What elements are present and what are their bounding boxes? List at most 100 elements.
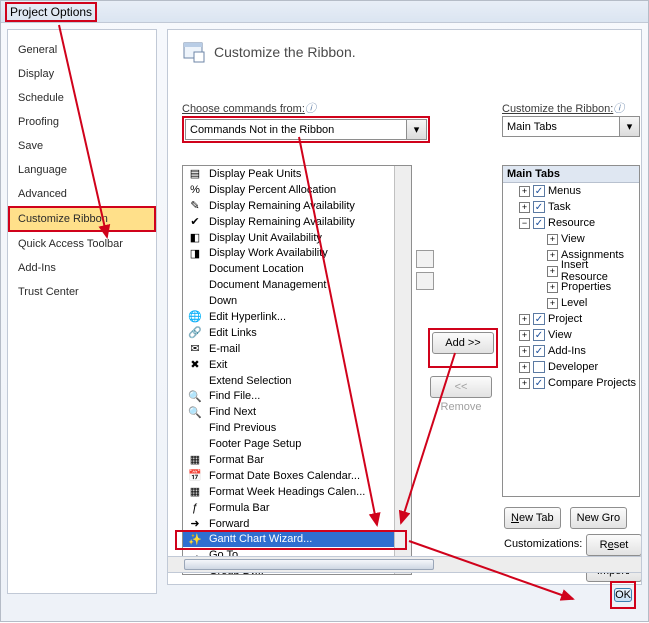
expander-icon[interactable]: + xyxy=(519,378,530,389)
expander-icon[interactable]: + xyxy=(547,234,558,245)
pen-icon: ✎ xyxy=(187,199,203,213)
command-item[interactable]: Down xyxy=(183,293,411,309)
command-item[interactable]: ✨Gantt Chart Wizard... xyxy=(183,531,411,547)
command-item[interactable]: Find Previous xyxy=(183,420,411,436)
expander-icon[interactable]: + xyxy=(547,250,558,261)
checkbox[interactable]: ✓ xyxy=(533,217,545,229)
x-icon: ✖ xyxy=(187,358,203,372)
command-label: Edit Links xyxy=(209,327,257,339)
new-tab-button[interactable]: New Tab xyxy=(504,507,561,529)
command-item[interactable]: 🌐Edit Hyperlink... xyxy=(183,309,411,325)
sidebar-item-advanced[interactable]: Advanced xyxy=(8,182,156,206)
expander-icon[interactable]: + xyxy=(519,362,530,373)
move-down-button[interactable] xyxy=(416,272,434,290)
command-item[interactable]: ➜Forward xyxy=(183,516,411,532)
tree-node[interactable]: +✓Add-Ins xyxy=(503,343,639,359)
sidebar-item-customize-ribbon[interactable]: Customize Ribbon xyxy=(8,206,156,232)
command-item[interactable]: ▦Format Week Headings Calen... xyxy=(183,484,411,500)
globe-icon: 🌐 xyxy=(187,310,203,324)
ribbon-tree[interactable]: Main Tabs +✓Menus+✓Task−✓Resource+View+A… xyxy=(502,165,640,497)
command-item[interactable]: 📅Format Date Boxes Calendar... xyxy=(183,468,411,484)
sidebar-item-add-ins[interactable]: Add-Ins xyxy=(8,256,156,280)
chevron-down-icon[interactable]: ▾ xyxy=(619,117,639,136)
tree-node[interactable]: +✓View xyxy=(503,327,639,343)
main-panel: Customize the Ribbon. Choose commands fr… xyxy=(167,29,642,585)
command-item[interactable]: ◧ Display Unit Availability xyxy=(183,230,411,246)
add-button[interactable]: Add >> xyxy=(432,332,494,354)
tree-label: Add-Ins xyxy=(548,345,586,357)
command-item[interactable]: Document Management xyxy=(183,277,411,293)
command-item[interactable]: ✎Display Remaining Availability xyxy=(183,198,411,214)
expander-icon[interactable]: + xyxy=(547,282,558,293)
tree-node[interactable]: +✓Project xyxy=(503,311,639,327)
tree-label: Task xyxy=(548,201,571,213)
checkbox[interactable]: ✓ xyxy=(533,185,545,197)
command-item[interactable]: 🔍Find File... xyxy=(183,388,411,404)
sidebar-item-save[interactable]: Save xyxy=(8,134,156,158)
command-label: Formula Bar xyxy=(209,502,270,514)
sidebar-item-proofing[interactable]: Proofing xyxy=(8,110,156,134)
customize-ribbon-combo[interactable]: Main Tabs ▾ xyxy=(502,116,640,137)
command-list-scrollbar[interactable] xyxy=(394,166,411,574)
tree-node[interactable]: + Developer xyxy=(503,359,639,375)
tree-label: Developer xyxy=(548,361,598,373)
command-item[interactable]: ▤Display Peak Units xyxy=(183,166,411,182)
checkbox[interactable]: ✓ xyxy=(533,345,545,357)
sidebar-item-schedule[interactable]: Schedule xyxy=(8,86,156,110)
expander-icon[interactable]: + xyxy=(519,346,530,357)
checkbox[interactable]: ✓ xyxy=(533,329,545,341)
expander-icon[interactable]: + xyxy=(519,202,530,213)
tree-node[interactable]: −✓Resource xyxy=(503,215,639,231)
checkbox[interactable]: ✓ xyxy=(533,201,545,213)
expander-icon[interactable]: + xyxy=(547,298,558,309)
command-item[interactable]: ✉E-mail xyxy=(183,341,411,357)
tree-node[interactable]: +Level xyxy=(503,295,639,311)
sidebar-item-language[interactable]: Language xyxy=(8,158,156,182)
command-label: Display Unit Availability xyxy=(209,232,322,244)
tree-node[interactable]: +✓Task xyxy=(503,199,639,215)
expander-icon[interactable]: + xyxy=(519,186,530,197)
command-label: E-mail xyxy=(209,343,240,355)
command-item[interactable]: 🔍Find Next xyxy=(183,404,411,420)
expander-icon[interactable]: + xyxy=(547,266,558,277)
expander-icon[interactable]: + xyxy=(519,314,530,325)
command-item[interactable]: Footer Page Setup xyxy=(183,436,411,452)
command-item[interactable]: ƒFormula Bar xyxy=(183,500,411,516)
expander-icon[interactable]: − xyxy=(519,218,530,229)
chevron-down-icon[interactable]: ▾ xyxy=(406,120,426,139)
checkbox[interactable] xyxy=(533,361,545,373)
tree-node[interactable]: +✓Menus xyxy=(503,183,639,199)
scrollbar-thumb[interactable] xyxy=(184,559,434,570)
ok-button[interactable]: OK xyxy=(614,588,632,602)
tree-node[interactable]: +View xyxy=(503,231,639,247)
units-icon: ◧ xyxy=(187,231,203,245)
sidebar-item-trust-center[interactable]: Trust Center xyxy=(8,280,156,304)
command-item[interactable]: ◨Display Work Availability xyxy=(183,245,411,261)
sidebar-item-general[interactable]: General xyxy=(8,38,156,62)
reset-button[interactable]: Reset xyxy=(586,534,642,556)
command-item[interactable]: ✖Exit xyxy=(183,357,411,373)
move-up-button[interactable] xyxy=(416,250,434,268)
command-list[interactable]: ▤Display Peak Units%Display Percent Allo… xyxy=(182,165,412,575)
horizontal-scrollbar[interactable] xyxy=(167,556,642,573)
new-group-button[interactable]: New Gro xyxy=(570,507,627,529)
ribbon-icon xyxy=(182,40,206,64)
tree-node[interactable]: +Insert Resource xyxy=(503,263,639,279)
command-item[interactable]: %Display Percent Allocation xyxy=(183,182,411,198)
checkbox[interactable]: ✓ xyxy=(533,377,545,389)
command-item[interactable]: 🔗Edit Links xyxy=(183,325,411,341)
command-item[interactable]: Document Location xyxy=(183,261,411,277)
sidebar-item-display[interactable]: Display xyxy=(8,62,156,86)
blank-icon xyxy=(187,262,203,276)
remove-button[interactable]: << Remove xyxy=(430,376,492,398)
sidebar-item-quick-access-toolbar[interactable]: Quick Access Toolbar xyxy=(8,232,156,256)
command-item[interactable]: Extend Selection xyxy=(183,373,411,389)
choose-commands-combo[interactable]: Commands Not in the Ribbon ▾ xyxy=(185,119,427,140)
tree-node[interactable]: +✓Compare Projects xyxy=(503,375,639,391)
command-item[interactable]: ▦Format Bar xyxy=(183,452,411,468)
checkbox[interactable]: ✓ xyxy=(533,313,545,325)
command-item[interactable]: ✔Display Remaining Availability xyxy=(183,214,411,230)
tree-label: Project xyxy=(548,313,582,325)
tree-label: Properties xyxy=(561,281,611,293)
expander-icon[interactable]: + xyxy=(519,330,530,341)
